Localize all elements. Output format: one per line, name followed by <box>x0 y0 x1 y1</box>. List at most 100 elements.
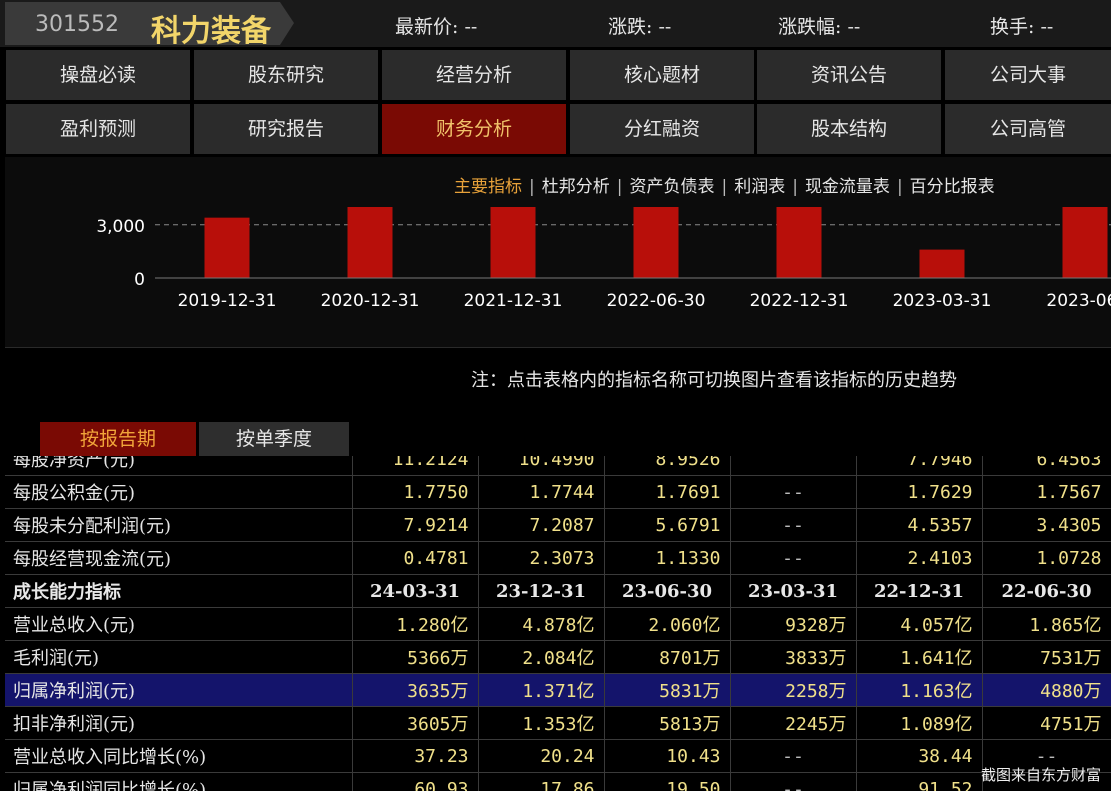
value-cell: 3.4305 <box>982 508 1111 542</box>
tab-company-events[interactable]: 公司大事 <box>945 50 1111 100</box>
value-cell: 1.1330 <box>604 541 731 575</box>
price-change: 涨跌: -- <box>608 16 672 38</box>
change-percent: 涨跌幅: -- <box>778 16 861 38</box>
tab-financial-analysis[interactable]: 财务分析 <box>382 104 566 154</box>
indicator-name[interactable]: 扣非净利润(元) <box>5 706 353 740</box>
bar[interactable] <box>347 207 393 278</box>
value-cell: 5831万 <box>604 673 731 707</box>
value-cell: 1.0728 <box>982 541 1111 575</box>
bar[interactable] <box>204 217 250 278</box>
table-row[interactable]: 每股未分配利润(元) 7.9214 7.2087 5.6791 -- 4.5357 3.43… <box>5 508 1111 542</box>
value-cell: -- <box>730 739 857 773</box>
tab-news-announcements[interactable]: 资讯公告 <box>757 50 941 100</box>
value-cell: 2.060亿 <box>604 607 731 641</box>
value-cell: 6.4563 <box>982 456 1111 476</box>
subtab-main-indicators[interactable]: 主要指标 <box>454 177 522 197</box>
x-tick-label: 2023-03-31 <box>893 291 992 311</box>
financial-indicators-table: 每股净资产(元) 11.2124 10.4990 8.9526 7.7946 6.4563… <box>5 456 1111 791</box>
x-tick-label: 2022-12-31 <box>750 291 849 311</box>
value-cell: 2245万 <box>730 706 857 740</box>
indicator-name[interactable]: 毛利润(元) <box>5 640 353 674</box>
value-cell: 91.52 <box>856 772 983 791</box>
bar[interactable] <box>919 249 965 278</box>
subtab-income-statement[interactable]: 利润表 <box>734 177 785 197</box>
subtab-balance-sheet[interactable]: 资产负债表 <box>629 177 714 197</box>
value-cell: 7.7946 <box>856 456 983 476</box>
value-cell: 1.7567 <box>982 475 1111 509</box>
subtab-dupont[interactable]: 杜邦分析 <box>542 177 610 197</box>
value-cell: 60.93 <box>352 772 479 791</box>
tab-business-analysis[interactable]: 经营分析 <box>382 50 566 100</box>
stock-id-box: 301552 科力装备 <box>5 2 294 45</box>
period-header-cell: 22-12-31 <box>856 574 983 608</box>
value-cell: 1.089亿 <box>856 706 983 740</box>
y-tick-label: 3,000 <box>96 217 145 237</box>
value-cell: -- <box>730 508 857 542</box>
value-cell: 2.4103 <box>856 541 983 575</box>
table-row[interactable]: 归属净利润同比增长(%) 60.93 17.86 19.50 -- 91.52 <box>5 772 1111 791</box>
table-row[interactable]: 毛利润(元) 5366万 2.084亿 8701万 3833万 1.641亿 7531万 <box>5 640 1111 674</box>
indicator-name[interactable]: 归属净利润同比增长(%) <box>5 772 353 791</box>
value-cell: 4751万 <box>982 706 1111 740</box>
indicator-name[interactable]: 每股公积金(元) <box>5 475 353 509</box>
tab-executives[interactable]: 公司高管 <box>945 104 1111 154</box>
value-cell: 4880万 <box>982 673 1111 707</box>
value-cell: 17.86 <box>478 772 605 791</box>
bar[interactable] <box>633 207 679 278</box>
value-cell: 2.3073 <box>478 541 605 575</box>
value-cell: 5813万 <box>604 706 731 740</box>
value-cell: 4.5357 <box>856 508 983 542</box>
period-header-cell: 23-03-31 <box>730 574 857 608</box>
period-header-cell: 24-03-31 <box>352 574 479 608</box>
table-row[interactable]: 每股净资产(元) 11.2124 10.4990 8.9526 7.7946 6.4563 <box>5 456 1111 476</box>
indicator-name[interactable]: 归属净利润(元) <box>5 673 353 707</box>
latest-price: 最新价: -- <box>395 16 478 38</box>
table-row[interactable]: 归属净利润(元) 3635万 1.371亿 5831万 2258万 1.163亿 4880万 <box>5 673 1111 707</box>
value-cell: 3635万 <box>352 673 479 707</box>
value-cell: 8.9526 <box>604 456 731 476</box>
value-cell: 1.7629 <box>856 475 983 509</box>
subtab-cash-flow[interactable]: 现金流量表 <box>805 177 890 197</box>
tab-trading-guide[interactable]: 操盘必读 <box>6 50 190 100</box>
value-cell: 1.7691 <box>604 475 731 509</box>
x-tick-label: 2019-12-31 <box>178 291 277 311</box>
tab-share-structure[interactable]: 股本结构 <box>757 104 941 154</box>
value-cell <box>730 456 857 476</box>
table-row[interactable]: 营业总收入同比增长(%) 37.23 20.24 10.43 -- 38.44 -- <box>5 739 1111 773</box>
table-row[interactable]: 每股经营现金流(元) 0.4781 2.3073 1.1330 -- 2.4103 1.07… <box>5 541 1111 575</box>
indicator-name[interactable]: 营业总收入同比增长(%) <box>5 739 353 773</box>
tab-profit-forecast[interactable]: 盈利预测 <box>6 104 190 154</box>
value-cell: 19.50 <box>604 772 731 791</box>
value-cell: 10.43 <box>604 739 731 773</box>
indicator-name[interactable]: 营业总收入(元) <box>5 607 353 641</box>
indicator-name[interactable]: 每股未分配利润(元) <box>5 508 353 542</box>
value-cell: 2258万 <box>730 673 857 707</box>
tab-research-reports[interactable]: 研究报告 <box>194 104 378 154</box>
bar[interactable] <box>490 207 536 278</box>
value-cell: 38.44 <box>856 739 983 773</box>
tab-by-quarter[interactable]: 按单季度 <box>199 422 349 456</box>
period-header-cell: 23-12-31 <box>478 574 605 608</box>
bar[interactable] <box>776 207 822 278</box>
value-cell: 5366万 <box>352 640 479 674</box>
indicator-name[interactable]: 每股净资产(元) <box>5 456 353 476</box>
value-cell: 3833万 <box>730 640 857 674</box>
tab-core-themes[interactable]: 核心题材 <box>570 50 754 100</box>
value-cell: 8701万 <box>604 640 731 674</box>
tab-shareholder-research[interactable]: 股东研究 <box>194 50 378 100</box>
table-row[interactable]: 扣非净利润(元) 3605万 1.353亿 5813万 2245万 1.089亿 4751万 <box>5 706 1111 740</box>
value-cell: 7531万 <box>982 640 1111 674</box>
period-header-cell: 23-06-30 <box>604 574 731 608</box>
financial-table-container: 每股净资产(元) 11.2124 10.4990 8.9526 7.7946 6.4563… <box>5 456 1111 791</box>
subtab-percent-report[interactable]: 百分比报表 <box>910 177 995 197</box>
indicator-name[interactable]: 每股经营现金流(元) <box>5 541 353 575</box>
table-row[interactable]: 营业总收入(元) 1.280亿 4.878亿 2.060亿 9328万 4.057亿 1.8… <box>5 607 1111 641</box>
value-cell: 1.371亿 <box>478 673 605 707</box>
stock-name: 科力装备 <box>151 14 271 49</box>
bar[interactable] <box>1062 207 1108 278</box>
table-row[interactable]: 每股公积金(元) 1.7750 1.7744 1.7691 -- 1.7629 1.7567 <box>5 475 1111 509</box>
tab-by-report-period[interactable]: 按报告期 <box>40 422 196 456</box>
stock-code: 301552 <box>35 12 119 37</box>
value-cell: 11.2124 <box>352 456 479 476</box>
tab-dividends-financing[interactable]: 分红融资 <box>570 104 754 154</box>
